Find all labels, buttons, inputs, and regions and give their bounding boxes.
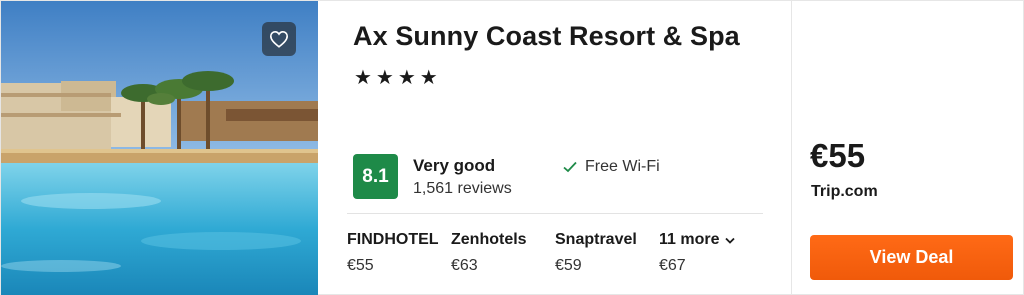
chevron-down-icon <box>725 237 736 244</box>
hotel-name[interactable]: Ax Sunny Coast Resort & Spa <box>353 21 740 52</box>
more-providers-price: €67 <box>659 257 686 274</box>
provider-name: FINDHOTEL <box>347 231 439 248</box>
divider <box>347 213 763 214</box>
amenity-item: Free Wi-Fi <box>563 158 660 176</box>
provider-name: Zenhotels <box>451 231 527 248</box>
deal-panel: €55 Trip.com View Deal <box>792 1 1023 295</box>
review-count[interactable]: 1,561 reviews <box>413 180 512 198</box>
more-providers-dropdown[interactable]: 11 more €67 <box>659 231 759 275</box>
hotel-info: Ax Sunny Coast Resort & Spa ★★★★ 8.1 Ver… <box>318 1 792 295</box>
check-icon <box>563 161 577 173</box>
provider-price: €59 <box>555 257 582 274</box>
more-providers-label: 11 more <box>659 231 720 248</box>
favorite-button[interactable] <box>262 22 296 56</box>
provider-price: €55 <box>347 257 374 274</box>
provider-prices: FINDHOTEL €55 Zenhotels €63 Snaptravel €… <box>347 231 759 275</box>
provider-option[interactable]: Snaptravel €59 <box>555 231 659 275</box>
amenity-label: Free Wi-Fi <box>585 158 660 175</box>
star-rating: ★★★★ <box>354 67 442 89</box>
heart-icon <box>269 30 289 48</box>
rating-score-badge: 8.1 <box>353 154 398 199</box>
view-deal-button[interactable]: View Deal <box>810 235 1013 280</box>
hotel-result-card: Ax Sunny Coast Resort & Spa ★★★★ 8.1 Ver… <box>0 0 1024 295</box>
provider-price: €63 <box>451 257 478 274</box>
deal-price: €55 <box>810 137 866 174</box>
provider-name: Snaptravel <box>555 231 637 248</box>
deal-site: Trip.com <box>811 183 878 200</box>
rating-label: Very good <box>413 156 496 175</box>
provider-option[interactable]: FINDHOTEL €55 <box>347 231 451 275</box>
hotel-photo[interactable] <box>1 1 318 295</box>
provider-option[interactable]: Zenhotels €63 <box>451 231 555 275</box>
more-providers-label-row: 11 more <box>659 231 759 249</box>
